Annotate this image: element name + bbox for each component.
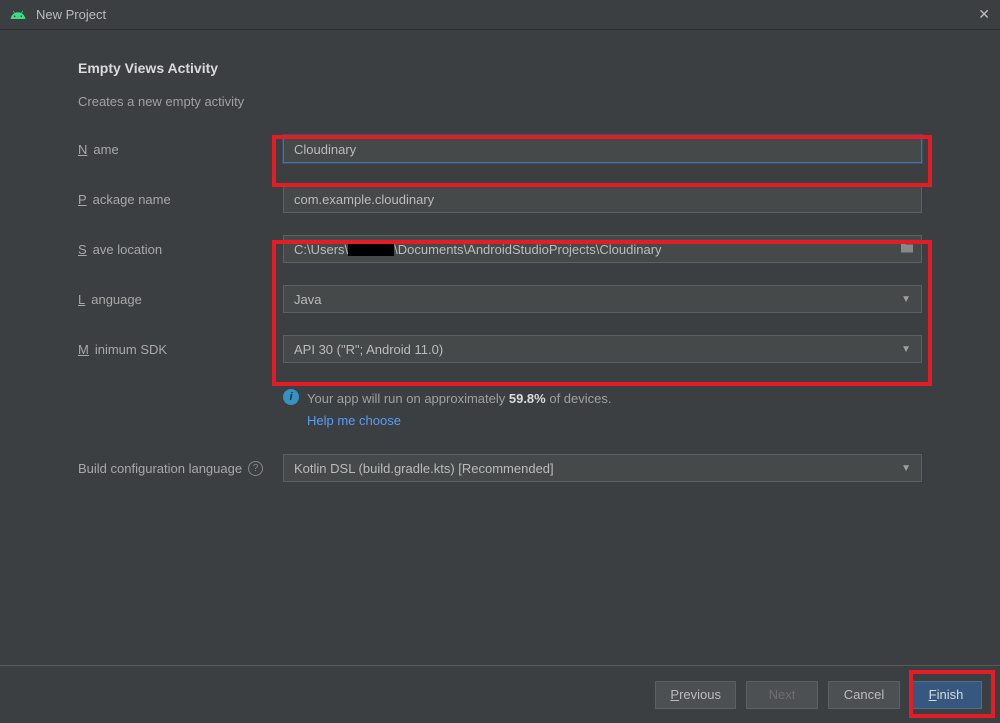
next-button: Next	[746, 681, 818, 709]
footer: Previous Next Cancel Finish	[0, 665, 1000, 723]
name-label: Name	[78, 142, 283, 157]
minimum-sdk-select[interactable]: API 30 ("R"; Android 11.0) ▼	[283, 335, 922, 363]
android-icon	[10, 7, 26, 23]
help-icon[interactable]: ?	[248, 461, 263, 476]
close-icon[interactable]: ✕	[978, 6, 990, 23]
chevron-down-icon: ▼	[901, 344, 911, 355]
info-icon: i	[283, 389, 299, 405]
build-config-language-select[interactable]: Kotlin DSL (build.gradle.kts) [Recommend…	[283, 454, 922, 482]
sdk-coverage-info: Your app will run on approximately 59.8%…	[307, 389, 612, 430]
previous-button[interactable]: Previous	[655, 681, 736, 709]
chevron-down-icon: ▼	[901, 294, 911, 305]
save-location-input[interactable]: C:\Users\\Documents\AndroidStudioProject…	[283, 235, 922, 263]
language-label: Language	[78, 292, 283, 307]
package-name-label: Package name	[78, 192, 283, 207]
titlebar: New Project ✕	[0, 0, 1000, 30]
folder-icon[interactable]	[900, 242, 914, 257]
redacted-username	[348, 242, 394, 256]
minimum-sdk-label: Minimum SDK	[78, 342, 283, 357]
save-location-label: Save location	[78, 242, 283, 257]
page-heading: Empty Views Activity	[78, 60, 922, 76]
cancel-button[interactable]: Cancel	[828, 681, 900, 709]
subtitle: Creates a new empty activity	[78, 94, 922, 109]
finish-button[interactable]: Finish	[910, 681, 982, 709]
language-select[interactable]: Java ▼	[283, 285, 922, 313]
window-title: New Project	[36, 7, 978, 22]
chevron-down-icon: ▼	[901, 463, 911, 474]
name-input[interactable]	[283, 135, 922, 163]
package-name-input[interactable]	[283, 185, 922, 213]
build-config-language-label: Build configuration language ?	[78, 461, 283, 476]
help-me-choose-link[interactable]: Help me choose	[307, 411, 612, 431]
